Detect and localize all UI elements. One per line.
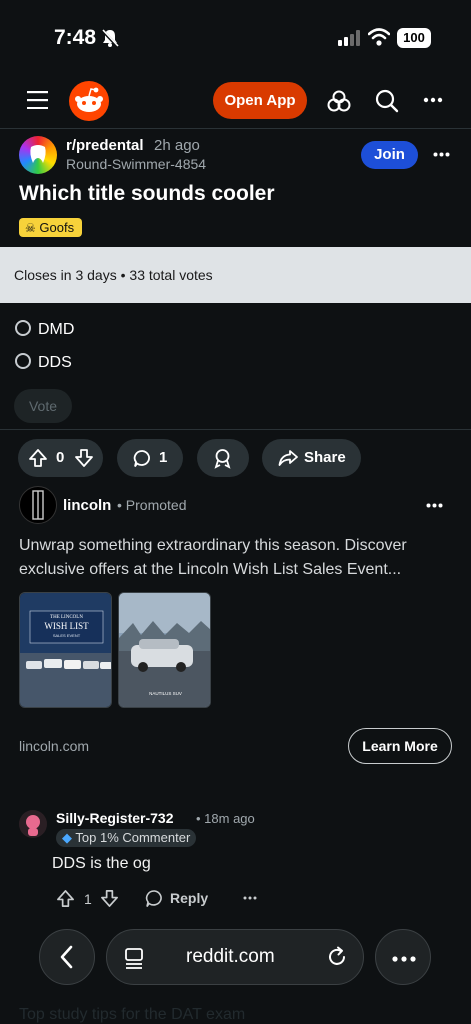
comment-count: 1 bbox=[159, 449, 168, 466]
radio-icon[interactable] bbox=[15, 353, 31, 369]
award-button[interactable] bbox=[197, 439, 249, 477]
ad-image-caption: THE LINCOLN bbox=[50, 615, 83, 620]
post-time: 2h ago bbox=[154, 137, 200, 154]
cellular-signal-icon bbox=[338, 30, 360, 46]
promoted-label: • Promoted bbox=[117, 497, 187, 513]
browser-url[interactable]: reddit.com bbox=[186, 946, 275, 968]
vote-pill: 0 bbox=[18, 439, 103, 477]
search-icon[interactable] bbox=[375, 89, 399, 113]
bell-muted-icon bbox=[100, 28, 120, 48]
award-icon bbox=[214, 449, 231, 469]
poll-option-label: DMD bbox=[38, 321, 75, 338]
learn-more-button[interactable]: Learn More bbox=[348, 728, 452, 764]
join-button[interactable]: Join bbox=[361, 141, 418, 169]
ad-image-suv-caption: NAUTILUS SUV bbox=[149, 691, 182, 696]
next-post-peek: Top study tips for the DAT exam bbox=[19, 1006, 246, 1023]
poll-option-dmd[interactable]: DMD bbox=[15, 320, 74, 339]
post-score: 0 bbox=[56, 449, 65, 466]
ad-body-text[interactable]: Unwrap something extraordinary this seas… bbox=[19, 534, 459, 582]
post-author[interactable]: Round-Swimmer-4854 bbox=[66, 156, 206, 172]
flair-label: Goofs bbox=[39, 220, 75, 235]
more-options-icon[interactable] bbox=[423, 97, 443, 103]
reply-icon bbox=[145, 890, 162, 907]
tabs-layout-icon[interactable] bbox=[124, 947, 144, 969]
share-button[interactable]: Share bbox=[262, 439, 361, 477]
poll-closes: Closes in 3 days bbox=[14, 267, 117, 283]
browser-back-button[interactable] bbox=[39, 929, 95, 985]
more-horizontal-icon bbox=[392, 956, 416, 962]
lincoln-star-icon bbox=[32, 490, 44, 520]
share-label: Share bbox=[304, 449, 346, 466]
ad-image-title: WISH LIST bbox=[44, 621, 89, 631]
badge-label: Top 1% Commenter bbox=[75, 830, 191, 845]
comment-time: • 18m ago bbox=[196, 811, 255, 826]
ad-image-wishlist[interactable]: THE LINCOLN WISH LIST SALES EVENT bbox=[19, 592, 112, 708]
commenter-name[interactable]: Silly-Register-732 bbox=[56, 810, 174, 826]
reload-icon[interactable] bbox=[326, 946, 348, 968]
upvote-icon[interactable] bbox=[28, 448, 48, 468]
comment-time-text: 18m ago bbox=[204, 811, 255, 826]
share-icon bbox=[278, 450, 298, 466]
subreddit-avatar[interactable] bbox=[19, 136, 57, 174]
chevron-left-icon bbox=[60, 945, 73, 969]
ad-image-suv[interactable]: NAUTILUS SUV bbox=[118, 592, 211, 708]
open-app-button[interactable]: Open App bbox=[213, 82, 307, 119]
poll-summary: Closes in 3 days • 33 total votes bbox=[0, 247, 471, 303]
comment-more-icon[interactable] bbox=[243, 896, 257, 900]
vote-button[interactable]: Vote bbox=[14, 389, 72, 423]
advertiser-avatar[interactable] bbox=[19, 486, 57, 524]
comment-text[interactable]: DDS is the og bbox=[52, 855, 151, 873]
skull-icon: ☠ bbox=[25, 221, 36, 235]
poll-divider bbox=[0, 429, 471, 430]
reddit-logo[interactable] bbox=[69, 81, 109, 121]
communities-icon[interactable] bbox=[327, 89, 351, 113]
post-title[interactable]: Which title sounds cooler bbox=[19, 182, 275, 206]
advertiser-name[interactable]: lincoln bbox=[63, 497, 111, 514]
poll-option-label: DDS bbox=[38, 354, 72, 371]
status-bar: 7:48 100 bbox=[0, 0, 471, 72]
header-divider bbox=[0, 128, 471, 129]
commenter-avatar[interactable] bbox=[19, 810, 47, 838]
post-flair[interactable]: ☠ Goofs bbox=[19, 218, 83, 237]
ad-more-icon[interactable] bbox=[426, 503, 443, 508]
wifi-icon bbox=[368, 28, 390, 46]
status-time: 7:48 bbox=[54, 26, 97, 49]
tooth-icon bbox=[30, 145, 46, 163]
comment-score: 1 bbox=[84, 891, 92, 907]
menu-icon[interactable] bbox=[27, 91, 49, 109]
radio-icon[interactable] bbox=[15, 320, 31, 336]
commenter-badge-icon: ◆ bbox=[62, 830, 72, 845]
ad-image-subtitle: SALES EVENT bbox=[53, 633, 81, 638]
comments-button[interactable]: 1 bbox=[117, 439, 183, 477]
top-commenter-badge: ◆ Top 1% Commenter bbox=[56, 829, 197, 847]
comment-icon bbox=[133, 450, 150, 467]
comment-upvote-icon[interactable] bbox=[56, 889, 75, 908]
snoo-icon bbox=[75, 87, 103, 112]
post-more-icon[interactable] bbox=[433, 152, 450, 157]
ad-domain[interactable]: lincoln.com bbox=[19, 738, 89, 754]
comment-downvote-icon[interactable] bbox=[100, 889, 119, 908]
battery-indicator: 100 bbox=[397, 28, 431, 48]
browser-more-button[interactable] bbox=[375, 929, 431, 985]
poll-votes: 33 total votes bbox=[129, 267, 213, 283]
promoted-text: Promoted bbox=[125, 497, 187, 513]
reply-label: Reply bbox=[170, 890, 209, 906]
downvote-icon[interactable] bbox=[74, 448, 94, 468]
poll-option-dds[interactable]: DDS bbox=[15, 353, 72, 372]
subreddit-name[interactable]: r/predental bbox=[66, 137, 144, 154]
avatar-icon bbox=[19, 810, 47, 838]
